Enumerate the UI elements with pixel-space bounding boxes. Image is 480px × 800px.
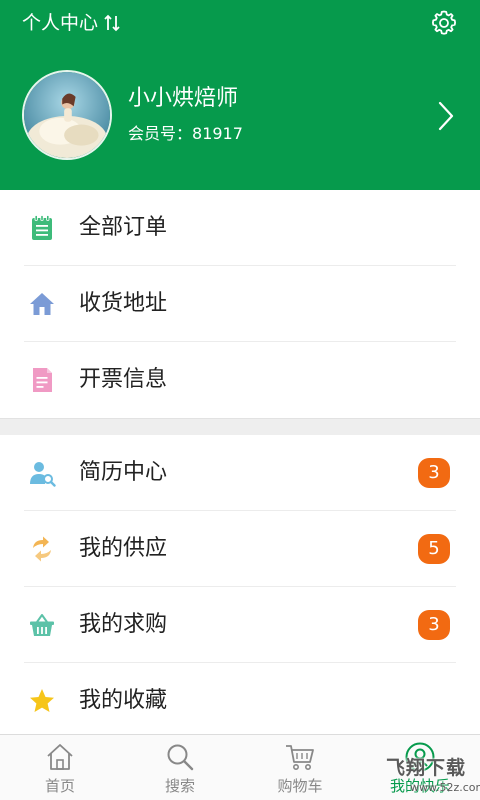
menu-item-favorites[interactable]: 我的收藏 (0, 663, 480, 739)
member-label: 会员号： (128, 124, 193, 143)
tab-label-search: 搜索 (164, 777, 195, 795)
profile-header: 个人中心 小小烘焙师 会员号： 81917 (0, 0, 480, 190)
document-icon (33, 368, 52, 392)
section-separator (0, 418, 480, 436)
page-title: 个人中心 (22, 12, 99, 34)
top-bar: 个人中心 (0, 0, 480, 48)
member-id: 81917 (192, 124, 243, 143)
menu-label-supply: 我的供应 (79, 536, 168, 561)
menu-group-business: 简历中心 3 我的供应 5 我的求购 3 我的收藏 (0, 435, 480, 739)
avatar[interactable] (22, 70, 112, 160)
menu-item-address[interactable]: 收货地址 (0, 266, 480, 342)
menu-item-invoice[interactable]: 开票信息 (0, 342, 480, 418)
member-number: 会员号： 81917 (128, 123, 243, 145)
menu-label-all-orders: 全部订单 (79, 215, 168, 240)
count-badge: 5 (418, 534, 450, 564)
search-icon (167, 744, 194, 771)
menu-item-resume[interactable]: 简历中心 3 (0, 435, 480, 511)
tab-search[interactable]: 搜索 (120, 735, 240, 800)
user-outline-icon (405, 742, 435, 772)
page-title-area[interactable]: 个人中心 (22, 11, 120, 35)
chevron-right-icon[interactable] (436, 100, 456, 132)
home-icon (30, 293, 54, 315)
menu-label-purchase: 我的求购 (79, 612, 168, 637)
menu-label-favorites: 我的收藏 (79, 688, 168, 713)
menu-label-resume: 简历中心 (79, 460, 168, 485)
menu-item-all-orders[interactable]: 全部订单 (0, 190, 480, 266)
gear-icon[interactable] (430, 9, 458, 37)
notepad-icon (32, 215, 52, 240)
menu-group-orders: 全部订单 收货地址 开票信息 (0, 190, 480, 418)
menu-label-address: 收货地址 (79, 291, 168, 316)
sort-updown-icon (104, 14, 120, 32)
refresh-arrows-icon (33, 536, 51, 562)
tab-label-home: 首页 (44, 777, 75, 795)
tab-home[interactable]: 首页 (0, 735, 120, 800)
star-icon (30, 689, 54, 712)
tab-cart[interactable]: 购物车 (240, 735, 360, 800)
home-outline-icon (47, 744, 73, 770)
avatar-image (24, 72, 110, 158)
tab-label-mine: 我的快乐 (389, 777, 450, 795)
basket-icon (30, 614, 54, 636)
user-name: 小小烘焙师 (128, 86, 239, 111)
person-search-icon (30, 462, 56, 487)
count-badge: 3 (418, 610, 450, 640)
menu-item-supply[interactable]: 我的供应 5 (0, 511, 480, 587)
menu-item-purchase[interactable]: 我的求购 3 (0, 587, 480, 663)
tab-label-cart: 购物车 (277, 777, 323, 795)
tab-mine[interactable]: 我的快乐 (360, 735, 480, 800)
bottom-tab-bar: 首页 搜索 购物车 我的快乐 (0, 734, 480, 800)
cart-icon (286, 745, 314, 770)
count-badge: 3 (418, 458, 450, 488)
menu-label-invoice: 开票信息 (79, 367, 168, 392)
profile-card[interactable]: 小小烘焙师 会员号： 81917 (0, 60, 480, 170)
